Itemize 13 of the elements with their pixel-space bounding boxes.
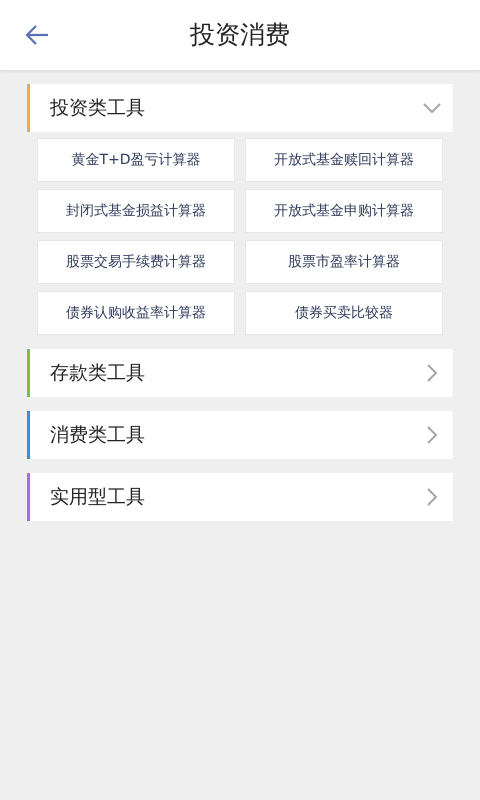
calculator-button[interactable]: 封闭式基金损益计算器 <box>37 189 235 233</box>
calculator-button[interactable]: 债券买卖比较器 <box>245 291 443 335</box>
calculator-button[interactable]: 债券认购收益率计算器 <box>37 291 235 335</box>
section-header[interactable]: 消费类工具 <box>27 411 453 459</box>
calculator-button[interactable]: 股票交易手续费计算器 <box>37 240 235 284</box>
page-title: 投资消费 <box>190 20 290 49</box>
calculator-button[interactable]: 股票市盈率计算器 <box>245 240 443 284</box>
section-header[interactable]: 实用型工具 <box>27 473 453 521</box>
section-header[interactable]: 存款类工具 <box>27 349 453 397</box>
calculator-button[interactable]: 黄金T+D盈亏计算器 <box>37 138 235 182</box>
section-header[interactable]: 投资类工具 <box>27 84 453 132</box>
calculator-button[interactable]: 开放式基金赎回计算器 <box>245 138 443 182</box>
calculator-button[interactable]: 开放式基金申购计算器 <box>245 189 443 233</box>
